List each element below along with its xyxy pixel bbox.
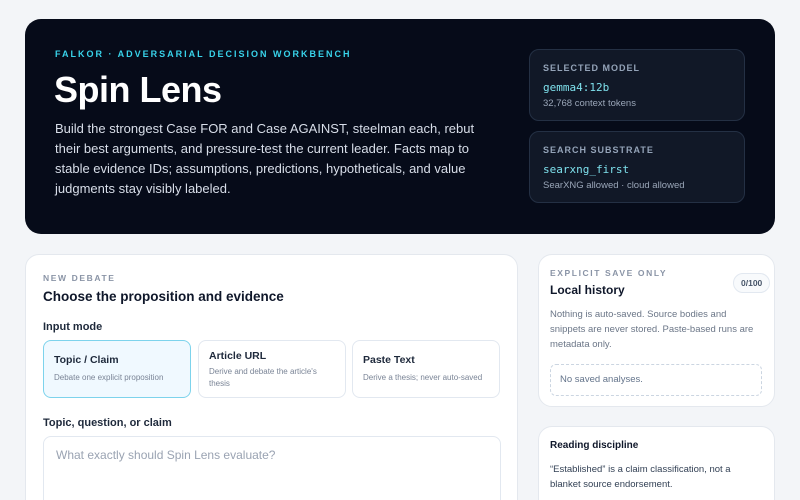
search-permissions: SearXNG allowed · cloud allowed xyxy=(543,180,685,191)
history-description: Nothing is auto-saved. Source bodies and… xyxy=(550,309,754,350)
selected-model-label: SELECTED MODEL xyxy=(543,63,641,73)
mode-title: Article URL xyxy=(209,350,267,362)
search-substrate-card: SEARCH SUBSTRATE searxng_first SearXNG a… xyxy=(529,131,745,203)
mode-title: Topic / Claim xyxy=(54,354,119,366)
mode-topic-claim-button[interactable]: Topic / Claim Debate one explicit propos… xyxy=(43,340,191,398)
mode-description: Derive a thesis; never auto-saved xyxy=(363,373,483,382)
local-history-title: Local history xyxy=(550,283,625,297)
hero-banner: FALKOR · ADVERSARIAL DECISION WORKBENCH … xyxy=(25,19,775,234)
new-debate-kicker: NEW DEBATE xyxy=(43,273,116,283)
app-eyebrow: FALKOR · ADVERSARIAL DECISION WORKBENCH xyxy=(55,49,352,59)
new-debate-panel: NEW DEBATE Choose the proposition and ev… xyxy=(25,254,518,500)
explicit-save-kicker: EXPLICIT SAVE ONLY xyxy=(550,268,668,278)
topic-label: Topic, question, or claim xyxy=(43,417,172,429)
mode-description: Derive and debate the article's thesis xyxy=(209,367,317,388)
search-substrate-label: SEARCH SUBSTRATE xyxy=(543,145,654,155)
empty-history-state: No saved analyses. xyxy=(550,364,762,396)
mode-description: Debate one explicit proposition xyxy=(54,373,164,382)
mode-paste-text-button[interactable]: Paste Text Derive a thesis; never auto-s… xyxy=(352,340,500,398)
input-mode-label: Input mode xyxy=(43,321,103,333)
selected-model-value: gemma4:12b xyxy=(543,81,610,94)
reading-discipline-panel: Reading discipline “Established” is a cl… xyxy=(538,426,775,500)
new-debate-title: Choose the proposition and evidence xyxy=(43,289,284,304)
reading-discipline-text: “Established” is a claim classification,… xyxy=(550,464,731,490)
mode-title: Paste Text xyxy=(363,354,415,366)
hero-description: Build the strongest Case FOR and Case AG… xyxy=(55,121,475,196)
context-tokens: 32,768 context tokens xyxy=(543,98,636,109)
local-history-panel: EXPLICIT SAVE ONLY Local history 0/100 N… xyxy=(538,254,775,407)
topic-input[interactable] xyxy=(43,436,501,500)
history-count-badge: 0/100 xyxy=(733,273,771,293)
mode-article-url-button[interactable]: Article URL Derive and debate the articl… xyxy=(198,340,346,398)
search-substrate-value: searxng_first xyxy=(543,163,630,176)
page-title: Spin Lens xyxy=(54,69,222,110)
selected-model-card: SELECTED MODEL gemma4:12b 32,768 context… xyxy=(529,49,745,121)
reading-discipline-title: Reading discipline xyxy=(550,440,639,451)
